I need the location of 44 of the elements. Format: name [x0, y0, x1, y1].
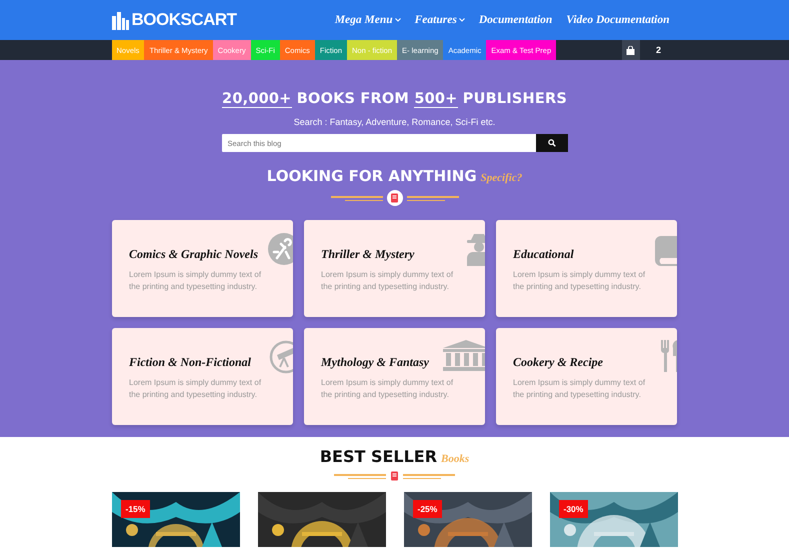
book-icon	[390, 193, 399, 203]
search-icon	[548, 139, 556, 147]
discount-badge: -30%	[558, 500, 588, 518]
fork-knife-icon	[661, 340, 677, 372]
card-description: Lorem Ipsum is simply dummy text of the printing and typesetting industry.	[321, 269, 454, 292]
card-description: Lorem Ipsum is simply dummy text of the printing and typesetting industry.	[513, 377, 646, 400]
category-card[interactable]: Fiction & Non-Fictional Lorem Ipsum is simply dummy text of the printing and typesetting industry.	[112, 328, 293, 425]
nav-link[interactable]: Video Documentation	[566, 14, 670, 26]
card-title: Educational	[513, 247, 574, 262]
section-title: LOOKING FOR ANYTHING	[266, 167, 477, 185]
building-icon	[443, 340, 485, 372]
book-icon	[390, 471, 399, 481]
nav-link[interactable]: Mega Menu	[334, 14, 401, 26]
card-description: Lorem Ipsum is simply dummy text of the printing and typesetting industry.	[513, 269, 646, 292]
site-logo[interactable]: BOOKSCART	[132, 10, 237, 30]
card-description: Lorem Ipsum is simply dummy text of the printing and typesetting industry.	[321, 377, 454, 400]
card-title: Thriller & Mystery	[321, 247, 414, 262]
card-title: Mythology & Fantasy	[321, 355, 430, 370]
category-card[interactable]: Cookery & Recipe Lorem Ipsum is simply dummy text of the printing and typesetting industry.	[496, 328, 677, 425]
nav-link[interactable]: Documentation	[478, 14, 552, 26]
discount-badge: -25%	[412, 500, 442, 518]
nav-link[interactable]: Features	[414, 14, 465, 26]
section-accent: Books	[441, 453, 470, 465]
category-card[interactable]: Thriller & Mystery Lorem Ipsum is simply dummy text of the printing and typesetting industry.	[304, 220, 485, 317]
cart-count: 2	[654, 44, 662, 57]
card-description: Lorem Ipsum is simply dummy text of the printing and typesetting industry.	[129, 377, 262, 400]
section-title: BEST SELLER	[320, 447, 438, 466]
category-card[interactable]: Comics & Graphic Novels Lorem Ipsum is simply dummy text of the printing and typesetting industry.	[112, 220, 293, 317]
section-accent: Specific?	[480, 172, 522, 184]
telescope-icon	[269, 340, 293, 374]
card-title: Comics & Graphic Novels	[129, 247, 258, 262]
shopping-bag-icon	[626, 46, 635, 54]
cart-button[interactable]	[622, 40, 640, 60]
spy-icon	[465, 232, 485, 266]
books-logo-icon	[112, 10, 130, 30]
search-hint: Search : Fantasy, Adventure, Romance, Sci-Fi etc.	[292, 117, 496, 127]
category-card[interactable]: Mythology & Fantasy Lorem Ipsum is simply dummy text of the printing and typesetting industry.	[304, 328, 485, 425]
card-title: Fiction & Non-Fictional	[129, 355, 252, 370]
card-description: Lorem Ipsum is simply dummy text of the printing and typesetting industry.	[129, 269, 262, 292]
search-button[interactable]	[536, 134, 568, 152]
card-title: Cookery & Recipe	[513, 355, 603, 370]
discount-badge: -15%	[120, 500, 150, 518]
category-card[interactable]: Educational Lorem Ipsum is simply dummy text of the printing and typesetting industry.	[496, 220, 677, 317]
headline: 20,000+ BOOKS FROM 500+ PUBLISHERS	[221, 91, 568, 107]
